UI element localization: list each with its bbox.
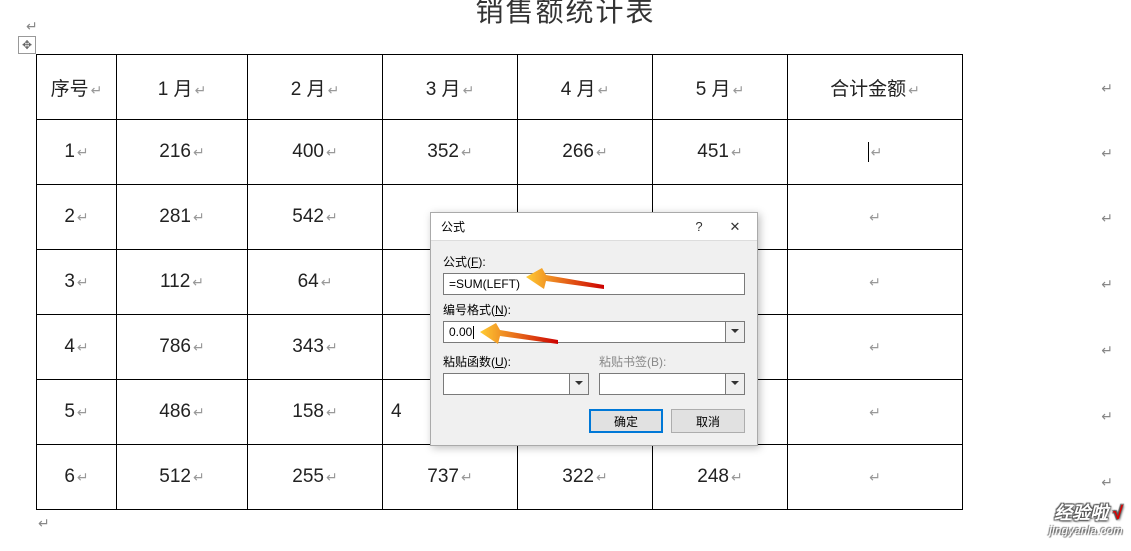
- format-label: 编号格式(N):: [443, 301, 745, 318]
- ok-button[interactable]: 确定: [589, 409, 663, 433]
- help-button[interactable]: ?: [681, 214, 717, 240]
- paragraph-mark: ↵: [1101, 342, 1113, 359]
- dialog-title: 公式: [441, 218, 681, 235]
- watermark: 经验啦 √ jingyanla.com: [1049, 499, 1123, 537]
- cancel-button[interactable]: 取消: [671, 409, 745, 433]
- table-anchor-icon[interactable]: ✥: [18, 36, 36, 54]
- annotation-arrow-icon: [480, 322, 560, 348]
- paragraph-mark: ↵: [1101, 408, 1113, 425]
- col-total: 合计金额: [788, 55, 963, 120]
- paragraph-mark: ↵: [26, 18, 38, 35]
- annotation-arrow-icon: [526, 267, 606, 293]
- table-row[interactable]: 6 512 255 737 322 248: [37, 445, 963, 510]
- page-title: 销售额统计表: [0, 0, 1131, 30]
- col-seq: 序号: [37, 55, 117, 120]
- paste-bookmark-select: [599, 373, 745, 395]
- col-m3: 3 月: [383, 55, 518, 120]
- chevron-down-icon: [731, 329, 739, 333]
- table-header-row: 序号 1 月 2 月 3 月 4 月 5 月 合计金额: [37, 55, 963, 120]
- paragraph-mark: ↵: [1101, 80, 1113, 97]
- paste-bookmark-label: 粘贴书签(B):: [599, 353, 745, 370]
- paragraph-mark: ↵: [38, 515, 50, 532]
- close-icon[interactable]: ✕: [717, 214, 753, 240]
- table-row[interactable]: 1 216 400 352 266 451: [37, 120, 963, 185]
- chevron-down-icon: [731, 381, 739, 385]
- col-m1: 1 月: [117, 55, 248, 120]
- paste-function-select[interactable]: [443, 373, 589, 395]
- col-m5: 5 月: [653, 55, 788, 120]
- chevron-down-icon: [575, 381, 583, 385]
- paste-function-label: 粘贴函数(U):: [443, 353, 589, 370]
- dialog-titlebar[interactable]: 公式 ? ✕: [431, 213, 757, 241]
- col-m2: 2 月: [248, 55, 383, 120]
- paragraph-mark: ↵: [1101, 145, 1113, 162]
- paragraph-mark: ↵: [1101, 474, 1113, 491]
- active-cell[interactable]: [788, 120, 963, 185]
- paragraph-mark: ↵: [1101, 210, 1113, 227]
- paragraph-mark: ↵: [1101, 276, 1113, 293]
- col-m4: 4 月: [518, 55, 653, 120]
